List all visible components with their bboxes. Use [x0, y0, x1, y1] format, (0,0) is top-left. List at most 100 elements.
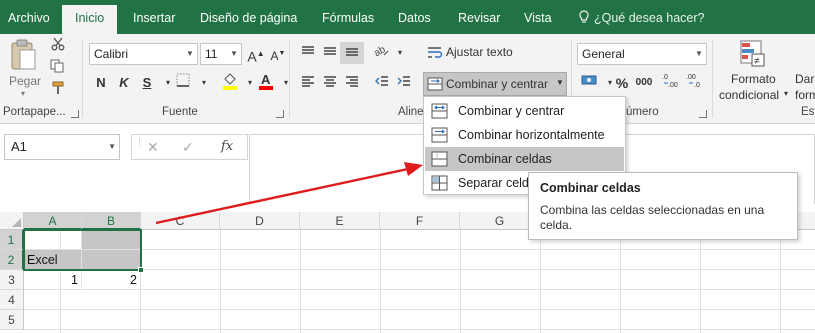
menu-item-label: Combinar horizontalmente [458, 128, 605, 142]
align-center-icon[interactable] [318, 72, 342, 94]
clipboard-group-label: Portapape... [3, 106, 66, 118]
align-right-icon[interactable] [340, 72, 364, 94]
align-middle-icon[interactable] [318, 42, 342, 64]
shrink-font-icon[interactable]: A▼ [266, 43, 290, 65]
confirm-entry-button[interactable]: ✓ [182, 139, 194, 156]
merge-center-button[interactable]: Combinar y centrar ▼ [423, 72, 567, 96]
font-name-combo[interactable]: Calibri ▼ [89, 43, 198, 65]
paste-dropdown-icon[interactable]: ▾ [21, 89, 25, 98]
merge-center-label: Combinar y centrar [446, 77, 549, 91]
ribbon: Pegar ▾ Portapape... Calibri ▼ 11 ▼ A▲ A… [0, 34, 815, 124]
tab-diseno-de-pagina[interactable]: Diseño de página [200, 0, 297, 34]
select-all-corner[interactable] [0, 212, 24, 230]
excel-window: Archivo Inicio Insertar Diseño de página… [0, 0, 815, 333]
fill-handle[interactable] [138, 267, 144, 273]
format-as-table-label-2: form [795, 88, 815, 102]
column-header-e[interactable]: E [300, 212, 380, 230]
merge-cells-icon [431, 151, 448, 167]
cancel-entry-button[interactable]: ✕ [147, 139, 159, 156]
copy-icon[interactable] [46, 58, 70, 80]
formula-buttons: ⋮ ✕ ✓ fx [131, 134, 248, 160]
grow-font-icon[interactable]: A▲ [244, 43, 268, 65]
number-group-label: úmero [626, 106, 659, 118]
name-box-value: A1 [11, 139, 27, 154]
merge-across-icon [431, 127, 448, 143]
increase-decimal-icon[interactable]: .0.00 [660, 72, 684, 94]
column-header-b[interactable]: B [82, 212, 141, 230]
thousands-separator-button[interactable]: 000 [632, 72, 656, 94]
svg-text:≠: ≠ [754, 56, 760, 67]
align-bottom-icon[interactable] [340, 42, 364, 64]
number-format-combo[interactable]: General ▼ [577, 43, 707, 65]
column-header-f[interactable]: F [380, 212, 460, 230]
cell-b3[interactable]: 2 [82, 270, 141, 290]
row-header-2[interactable]: 2 [0, 250, 24, 270]
unmerge-cells-icon [431, 175, 448, 191]
column-header-d[interactable]: D [220, 212, 300, 230]
font-launcher-icon[interactable] [276, 110, 284, 118]
borders-dropdown-icon[interactable]: ▾ [192, 72, 216, 94]
conditional-format-button[interactable]: ≠ Formato condicional ▾ [715, 36, 791, 104]
wrap-text-button[interactable]: Ajustar texto [424, 42, 544, 64]
tab-revisar[interactable]: Revisar [458, 0, 500, 34]
merge-center-icon [431, 103, 448, 119]
column-header-a[interactable]: A [24, 212, 82, 230]
paste-label: Pegar [9, 74, 42, 88]
number-launcher-icon[interactable] [699, 110, 707, 118]
increase-indent-icon[interactable] [392, 72, 416, 94]
decrease-decimal-icon[interactable]: .00.0 [684, 72, 708, 94]
tab-vista[interactable]: Vista [524, 0, 552, 34]
tab-inicio[interactable]: Inicio [62, 5, 118, 34]
menu-item-merge-across[interactable]: Combinar horizontalmente [425, 123, 624, 147]
conditional-format-icon: ≠ [740, 40, 765, 67]
alignment-group-label: Aline [398, 106, 424, 118]
row-header-5[interactable]: 5 [0, 310, 24, 330]
chevron-down-icon: ▾ [784, 89, 789, 98]
percent-button[interactable]: % [610, 72, 634, 94]
tab-datos[interactable]: Datos [398, 0, 431, 34]
ribbon-tab-bar: Archivo Inicio Insertar Diseño de página… [0, 0, 815, 34]
format-as-table-label-1: Dar [795, 72, 815, 86]
name-box[interactable]: A1 ▼ [4, 134, 120, 160]
conditional-format-label-1: Formato [731, 72, 776, 86]
svg-text:.00: .00 [686, 74, 696, 81]
column-header-c[interactable]: C [141, 212, 220, 230]
row-header-1[interactable]: 1 [0, 230, 24, 250]
italic-button[interactable]: K [112, 72, 136, 94]
tell-me-box[interactable]: ¿Qué desea hacer? [578, 0, 705, 34]
tooltip-body: Combina las celdas seleccionadas en una … [540, 203, 765, 232]
decrease-indent-icon[interactable] [370, 72, 394, 94]
menu-item-label: Combinar y centrar [458, 104, 565, 118]
align-top-icon[interactable] [296, 42, 320, 64]
bold-button[interactable]: N [89, 72, 113, 94]
orientation-dropdown-icon[interactable]: ▾ [388, 42, 412, 64]
insert-function-button[interactable]: fx [221, 139, 233, 154]
clipboard-launcher-icon[interactable] [71, 110, 79, 118]
tell-me-label: ¿Qué desea hacer? [594, 11, 705, 25]
format-as-table-button[interactable]: Dar form [793, 36, 815, 104]
tab-archivo[interactable]: Archivo [8, 0, 50, 34]
row-header-4[interactable]: 4 [0, 290, 24, 310]
font-name-value: Calibri [94, 47, 129, 61]
menu-item-merge-cells[interactable]: Combinar celdas [425, 147, 624, 171]
clipboard-icon [11, 39, 36, 70]
group-separator [712, 40, 713, 118]
font-size-combo[interactable]: 11 ▼ [200, 43, 242, 65]
number-format-value: General [582, 47, 625, 61]
tab-insertar[interactable]: Insertar [133, 0, 175, 34]
tab-formulas[interactable]: Fórmulas [322, 0, 374, 34]
cut-icon[interactable] [46, 36, 70, 58]
align-left-icon[interactable] [296, 72, 320, 94]
row-header-3[interactable]: 3 [0, 270, 24, 290]
tooltip-title: Combinar celdas [540, 181, 641, 195]
chevron-down-icon[interactable]: ▼ [556, 78, 564, 87]
chevron-down-icon: ▼ [230, 49, 238, 58]
group-separator [289, 40, 290, 118]
cell-a3[interactable]: 1 [24, 270, 82, 290]
menu-item-merge-center[interactable]: Combinar y centrar [425, 99, 624, 123]
format-painter-icon[interactable] [46, 80, 70, 102]
select-all-triangle-icon [12, 218, 21, 227]
drag-handle-icon[interactable]: ⋮ [136, 139, 143, 146]
svg-text:ab: ab [374, 44, 388, 57]
font-color-dropdown-icon[interactable]: ▾ [274, 72, 298, 94]
